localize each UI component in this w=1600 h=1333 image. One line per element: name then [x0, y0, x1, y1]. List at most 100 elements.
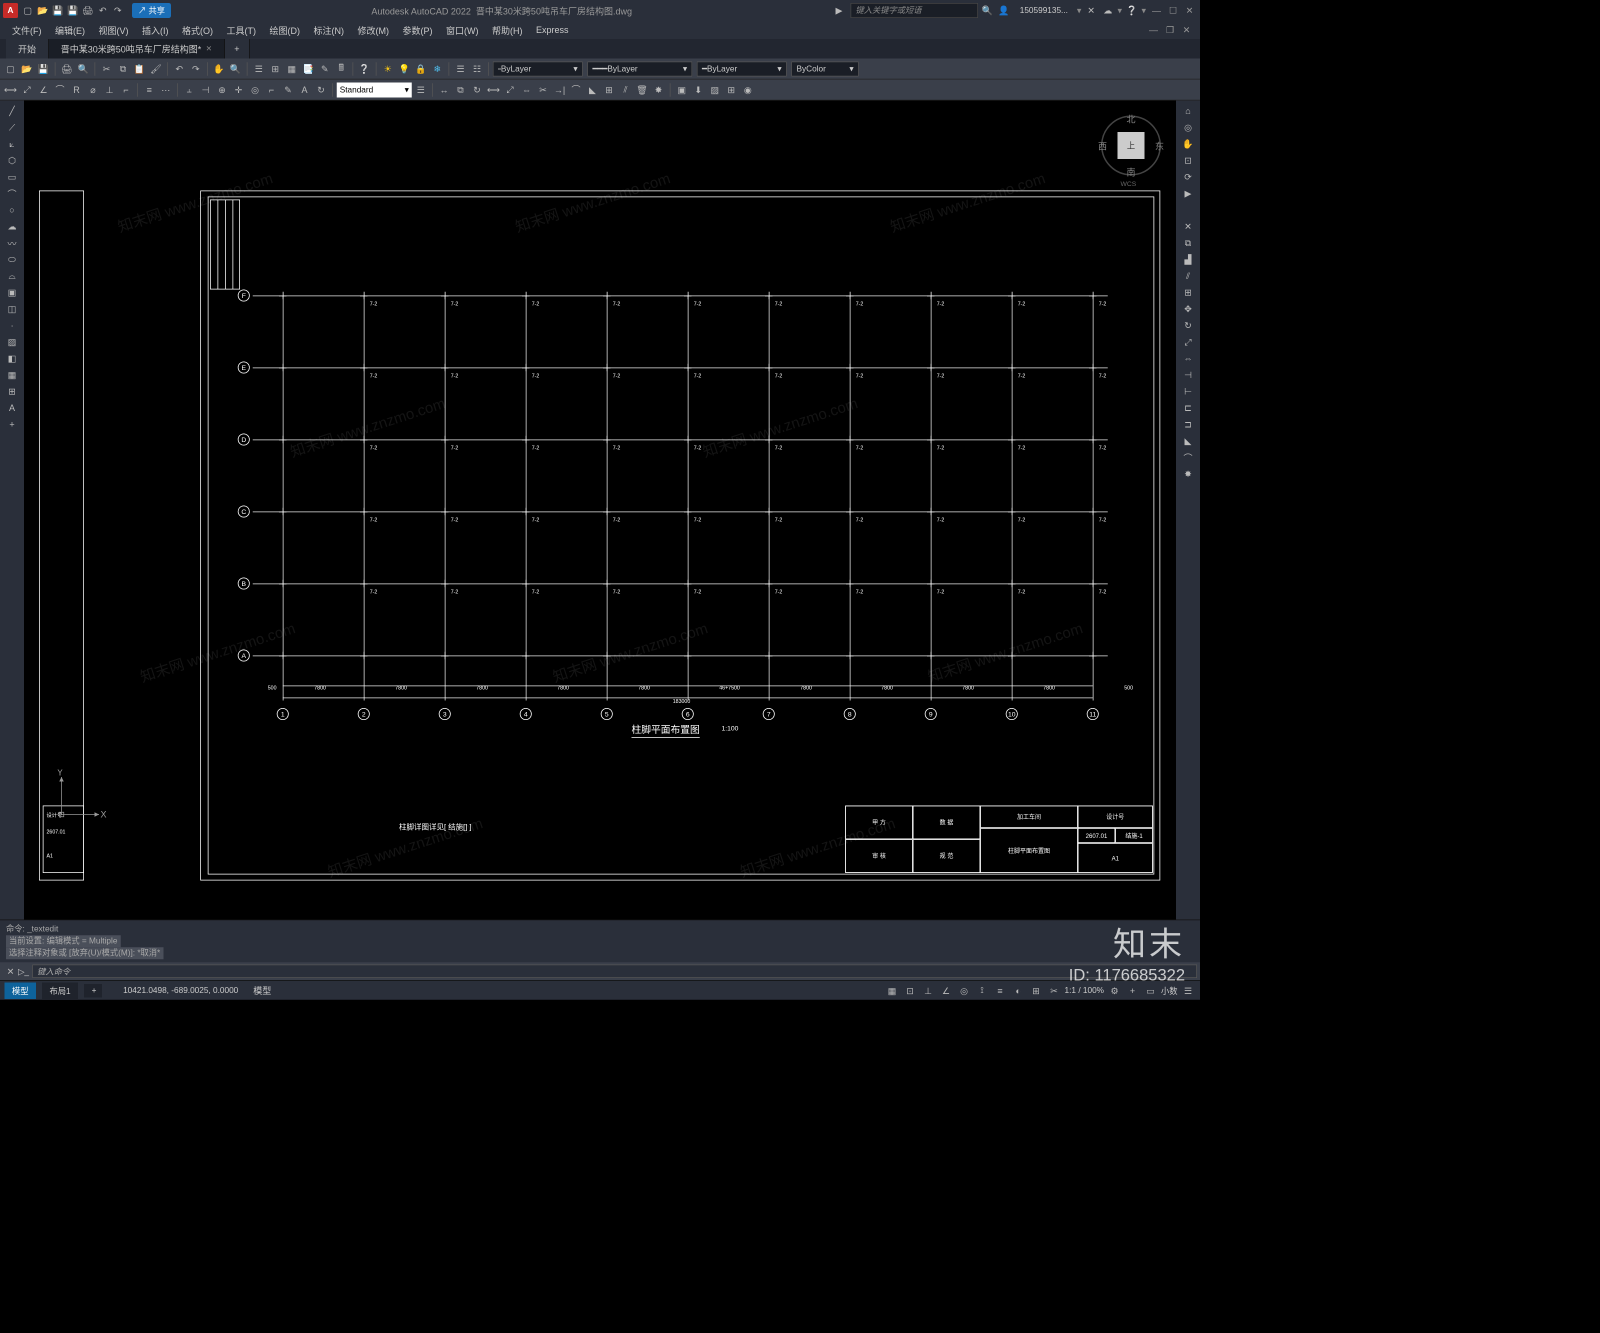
user-label[interactable]: 150599135...: [1020, 6, 1068, 15]
close-icon[interactable]: ✕: [206, 45, 212, 53]
rectangle-icon[interactable]: ▭: [3, 170, 21, 185]
mod-move-icon[interactable]: ✥: [1181, 302, 1196, 317]
polygon-icon[interactable]: ⬡: [3, 153, 21, 168]
dim-joglinear-icon[interactable]: ⌐: [264, 82, 279, 97]
gradient-icon[interactable]: ◧: [3, 351, 21, 366]
mod-extend-icon[interactable]: ⊢: [1181, 384, 1196, 399]
layer-states-icon[interactable]: ☷: [470, 61, 485, 76]
region-icon[interactable]: ◉: [740, 82, 755, 97]
mod-array-icon[interactable]: ⊞: [1181, 285, 1196, 300]
mod-trim-icon[interactable]: ⊣: [1181, 368, 1196, 383]
dim-radius-icon[interactable]: R: [69, 82, 84, 97]
minimize-button[interactable]: —: [1149, 3, 1164, 18]
mod-copy-icon[interactable]: ⧉: [1181, 236, 1196, 251]
menu-express[interactable]: Express: [530, 23, 575, 38]
menu-edit[interactable]: 编辑(E): [49, 21, 91, 38]
undo-icon[interactable]: ↶: [172, 61, 187, 76]
saveas-icon[interactable]: 💾: [66, 4, 80, 18]
copy-obj-icon[interactable]: ⧉: [453, 82, 468, 97]
save-icon[interactable]: 💾: [36, 61, 51, 76]
menu-format[interactable]: 格式(O): [176, 21, 219, 38]
lineweight-dropdown[interactable]: ━ ByLayer ▾: [697, 61, 787, 76]
plot-icon[interactable]: 🖨: [81, 4, 95, 18]
scale-icon[interactable]: ⤢: [503, 82, 518, 97]
bulb-icon[interactable]: 💡: [397, 61, 412, 76]
transparency-icon[interactable]: ◐: [1011, 983, 1026, 998]
tolerance-icon[interactable]: ⊕: [215, 82, 230, 97]
menu-draw[interactable]: 绘图(D): [263, 21, 306, 38]
layout-add[interactable]: +: [84, 984, 102, 998]
rotate-icon[interactable]: ↻: [470, 82, 485, 97]
ortho-toggle-icon[interactable]: ⊥: [921, 983, 936, 998]
cmd-close-icon[interactable]: ✕: [3, 964, 18, 979]
menu-dimension[interactable]: 标注(N): [307, 21, 350, 38]
xline-icon[interactable]: ⟋: [3, 120, 21, 135]
mod-fillet-icon[interactable]: ⌒: [1181, 450, 1196, 465]
freeze-icon[interactable]: ❄: [430, 61, 445, 76]
matchprop-icon[interactable]: 🖌: [149, 61, 164, 76]
region-icon[interactable]: ▦: [3, 368, 21, 383]
line-icon[interactable]: ╱: [3, 104, 21, 119]
trim-icon[interactable]: ✂: [536, 82, 551, 97]
plot-preview-icon[interactable]: 🔍: [76, 61, 91, 76]
layout-tab[interactable]: 布局1: [42, 982, 78, 999]
tab-start[interactable]: 开始: [6, 39, 49, 59]
point-icon[interactable]: ∙: [3, 318, 21, 333]
move-icon[interactable]: ↔: [437, 82, 452, 97]
addselected-icon[interactable]: +: [3, 417, 21, 432]
exchange-icon[interactable]: ✕: [1084, 4, 1098, 18]
dim-angular-icon[interactable]: ∠: [36, 82, 51, 97]
qcalc-icon[interactable]: 🖩: [334, 61, 349, 76]
mod-chamfer-icon[interactable]: ◣: [1181, 434, 1196, 449]
offset-icon[interactable]: ⫽: [618, 82, 633, 97]
nav-home-icon[interactable]: ⌂: [1181, 104, 1196, 119]
nav-zoomext-icon[interactable]: ⊡: [1181, 153, 1196, 168]
dimstyle-manager-icon[interactable]: ☰: [413, 82, 428, 97]
menu-view[interactable]: 视图(V): [92, 21, 134, 38]
layer-dropdown[interactable]: ▫ ByLayer ▾: [493, 61, 583, 76]
mod-offset-icon[interactable]: ⫽: [1181, 269, 1196, 284]
properties-icon[interactable]: ☰: [251, 61, 266, 76]
dim-break-icon[interactable]: ⊣: [198, 82, 213, 97]
customize-icon[interactable]: ☰: [1181, 983, 1196, 998]
scale-readout[interactable]: 1:1 / 100%: [1065, 986, 1104, 995]
menu-tools[interactable]: 工具(T): [220, 21, 261, 38]
mod-stretch-icon[interactable]: ⇔: [1181, 351, 1196, 366]
menu-file[interactable]: 文件(F): [6, 21, 47, 38]
menu-parametric[interactable]: 参数(P): [396, 21, 438, 38]
dim-ordinate-icon[interactable]: ⊥: [102, 82, 117, 97]
hatch-icon[interactable]: ▨: [707, 82, 722, 97]
arc-icon[interactable]: ⌒: [3, 186, 21, 201]
search-icon[interactable]: ▶: [832, 4, 846, 18]
polar-toggle-icon[interactable]: ∠: [939, 983, 954, 998]
layer-props-icon[interactable]: ☰: [453, 61, 468, 76]
help-icon[interactable]: ❔: [1125, 4, 1139, 18]
redo-icon[interactable]: ↷: [111, 4, 125, 18]
table-icon[interactable]: ⊞: [724, 82, 739, 97]
stretch-icon[interactable]: ⇔: [519, 82, 534, 97]
zoom-icon[interactable]: 🔍: [228, 61, 243, 76]
erase-icon[interactable]: 🗑: [635, 82, 650, 97]
save-icon[interactable]: 💾: [51, 4, 65, 18]
lwt-toggle-icon[interactable]: ≡: [993, 983, 1008, 998]
array-icon[interactable]: ⊞: [602, 82, 617, 97]
user-icon[interactable]: 👤: [997, 4, 1011, 18]
plus-icon[interactable]: +: [1125, 983, 1140, 998]
drawing-canvas[interactable]: 知末网 www.znzmo.com 知末网 www.znzmo.com 知末网 …: [24, 101, 1176, 920]
dim-update-icon[interactable]: ↻: [314, 82, 329, 97]
share-button[interactable]: ↗ 共享: [132, 3, 171, 18]
mirror-icon[interactable]: ⟷: [486, 82, 501, 97]
dim-aligned-icon[interactable]: ⤢: [20, 82, 35, 97]
toolpalette-icon[interactable]: ▦: [284, 61, 299, 76]
search-go-icon[interactable]: 🔍: [981, 4, 995, 18]
revcloud-icon[interactable]: ☁: [3, 219, 21, 234]
viewcube[interactable]: 上 北 南 东 西 WCS: [1101, 116, 1161, 176]
sc-icon[interactable]: ✂: [1047, 983, 1062, 998]
spline-icon[interactable]: 〰: [3, 236, 21, 251]
grid-toggle-icon[interactable]: ▦: [885, 983, 900, 998]
paste-icon[interactable]: 📋: [132, 61, 147, 76]
table-icon[interactable]: ⊞: [3, 384, 21, 399]
otrack-toggle-icon[interactable]: ⟟: [975, 983, 990, 998]
copy-icon[interactable]: ⧉: [116, 61, 131, 76]
mod-rotate-icon[interactable]: ↻: [1181, 318, 1196, 333]
